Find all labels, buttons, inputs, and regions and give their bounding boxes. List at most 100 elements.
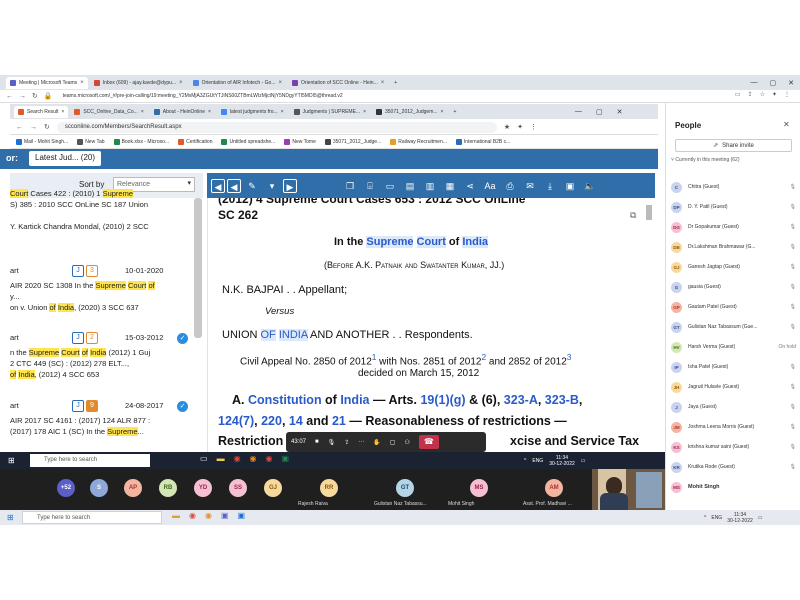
inner-close-icon[interactable]: ✕ — [617, 108, 623, 116]
doc-list-icon[interactable]: ▦ — [441, 179, 459, 193]
outer-firefox-icon[interactable]: ◉ — [205, 511, 212, 520]
people-list-item[interactable]: KR Krutika Rode (Guest) 🎙 — [671, 459, 796, 475]
tab-close-icon[interactable]: × — [279, 80, 283, 86]
copy-icon[interactable]: ❐ — [341, 179, 359, 193]
outer-taskbar-search[interactable]: Type here to search — [22, 511, 162, 524]
inner-tab[interactable]: 35071_2012_Judgem... × — [372, 106, 447, 118]
participant-avatar[interactable]: YD — [194, 479, 212, 497]
inner-tab[interactable]: About - HeinOnline × — [150, 106, 215, 118]
count-badge[interactable]: 9 — [86, 400, 98, 412]
raise-hand-icon[interactable]: ✋ — [373, 439, 380, 446]
people-list-item[interactable]: GJ Ganesh Jagtap (Guest) 🎙 — [671, 259, 796, 275]
participant-avatar[interactable]: AP — [124, 479, 142, 497]
inner-menu-icon[interactable]: ⋮ — [530, 123, 537, 131]
tray-up-icon[interactable]: ^ — [524, 458, 526, 464]
notification-icon[interactable]: ▭ — [581, 458, 586, 464]
maximize-icon[interactable]: ▢ — [770, 79, 777, 87]
outer-store-icon[interactable]: ▣ — [238, 511, 246, 520]
participant-avatar[interactable]: RB — [159, 479, 177, 497]
file-explorer-icon[interactable]: ▬ — [217, 454, 225, 463]
back-icon[interactable]: ← — [6, 93, 13, 100]
inner-taskbar-search[interactable]: Type here to search — [30, 454, 150, 467]
bookmark-item[interactable]: International B2B c... — [455, 139, 510, 145]
close-icon[interactable]: ✕ — [788, 79, 794, 87]
outer-url[interactable]: teams.microsoft.com/_#/pre-join-calling/… — [63, 93, 343, 99]
people-list-item[interactable]: DP D. Y. Patil (Guest) 🎙 — [671, 199, 796, 215]
tab-close-icon[interactable]: × — [80, 80, 84, 86]
footnote-3[interactable]: 3 — [567, 352, 572, 362]
people-list-item[interactable]: KS krishna kumar saini (Guest) 🎙 — [671, 439, 796, 455]
task-view-icon[interactable]: ▭ — [200, 454, 208, 463]
minimize-icon[interactable]: — — [751, 79, 758, 86]
download-icon[interactable]: ⤓ — [541, 179, 559, 193]
outer-tab[interactable]: Orientation of AIR Infotech - Go... × — [189, 77, 286, 89]
people-list-item[interactable]: JM Joshma Leena Morris (Guest) 🎙 — [671, 419, 796, 435]
participant-avatar[interactable]: +52 — [57, 479, 75, 497]
outer-tab[interactable]: Orientation of SCC Online - Hein... × — [288, 77, 388, 89]
share-screen-icon[interactable]: ⇪ — [344, 439, 349, 446]
people-section-header[interactable]: ˅ Currently in this meeting (62) — [671, 157, 740, 163]
results-scrollbar[interactable] — [194, 198, 202, 338]
named-participant-avatar[interactable]: GT — [396, 479, 414, 497]
share-icon[interactable]: ⇪ — [748, 91, 753, 98]
star-icon[interactable]: ☆ — [760, 91, 765, 98]
inner-tab-close-icon[interactable]: × — [208, 109, 211, 115]
inner-tab[interactable]: Judgments | SUPREME... × — [290, 106, 370, 118]
menu-icon[interactable]: ⋮ — [784, 91, 790, 98]
judgment-badge[interactable]: J — [72, 332, 84, 344]
check-icon[interactable]: ✓ — [177, 333, 188, 344]
print-icon[interactable]: ⎙ — [501, 179, 519, 193]
windows-icon[interactable]: ⊞ — [7, 513, 14, 522]
judgment-badge[interactable]: J — [72, 400, 84, 412]
bookmark-item[interactable]: Railway Recruitmen... — [390, 139, 447, 145]
bookmark-item[interactable]: Untitled spreadshe... — [221, 139, 275, 145]
participant-avatar[interactable]: S — [90, 479, 108, 497]
inner-tab[interactable]: SCC_Online_Data_Co... × — [70, 106, 147, 118]
inner-tab-close-icon[interactable]: × — [363, 109, 366, 115]
people-list-item[interactable]: DB Dr.Lakshman Brahmawar (G... 🎙 — [671, 239, 796, 255]
outer-file-explorer-icon[interactable]: ▬ — [172, 511, 180, 520]
inner-forward-icon[interactable]: → — [30, 124, 37, 131]
prev-icon[interactable]: ◀ — [227, 178, 241, 193]
share-invite-button[interactable]: ⇗ Share invite — [675, 139, 792, 152]
bookmark-item[interactable]: Book.xlsx - Microso... — [113, 139, 169, 145]
judgment-badge[interactable]: J — [72, 265, 84, 277]
new-tab-icon[interactable]: + — [390, 77, 401, 89]
save-icon[interactable]: ▣ — [561, 179, 579, 193]
tab-close-icon[interactable]: × — [381, 80, 385, 86]
reload-icon[interactable]: ↻ — [32, 92, 38, 100]
inner-back-icon[interactable]: ← — [16, 124, 23, 131]
more-icon[interactable]: ··· — [358, 439, 364, 445]
folder-open-icon[interactable]: ⌹ — [361, 179, 379, 193]
chat-icon[interactable]: ▢ — [390, 439, 396, 446]
inner-star-icon[interactable]: ★ — [504, 123, 510, 131]
inner-tab[interactable]: latest judgments fro... × — [217, 106, 288, 118]
participant-avatar[interactable]: GJ — [264, 479, 282, 497]
highlighter-dropdown-icon[interactable]: ▾ — [263, 179, 281, 193]
folder-icon[interactable]: ▭ — [381, 179, 399, 193]
inner-url[interactable]: scconline.com/Members/SearchResult.aspx — [56, 121, 497, 133]
latest-judgments-chip[interactable]: Latest Jud... (20) — [29, 151, 102, 166]
chrome-icon-2[interactable]: ◉ — [266, 454, 273, 463]
bookmark-item[interactable]: Mail - Mohit Singh... — [16, 139, 68, 145]
check-icon[interactable]: ✓ — [177, 401, 188, 412]
named-participant-avatar[interactable]: MS — [470, 479, 488, 497]
email-icon[interactable]: ✉ — [521, 179, 539, 193]
firefox-icon[interactable]: ◉ — [250, 454, 257, 463]
bookmark-item[interactable]: Certification — [178, 139, 212, 145]
bookmark-item[interactable]: New Tome — [284, 139, 316, 145]
count-badge[interactable]: 2 — [86, 332, 98, 344]
doc-icon[interactable]: ▤ — [401, 179, 419, 193]
people-list-item[interactable]: DG Dr Gopakumar (Guest) 🎙 — [671, 219, 796, 235]
people-list-item[interactable]: HV Harsh Verma (Guest) On hold — [671, 339, 796, 355]
speaker-icon[interactable]: 🔈 — [581, 179, 599, 193]
inner-tab[interactable]: Search Result × — [14, 105, 69, 118]
outer-tab[interactable]: Inbox (609) - ajay.kavde@dypu... × — [90, 77, 187, 89]
tab-close-icon[interactable]: × — [179, 80, 183, 86]
named-participant-avatar[interactable]: RR — [320, 479, 338, 497]
inner-tab-close-icon[interactable]: × — [441, 109, 444, 115]
people-list-item[interactable]: JH Jagruti Hulavle (Guest) 🎙 — [671, 379, 796, 395]
camera-icon[interactable]: ■ — [315, 439, 319, 445]
outer-notification-icon[interactable]: ▭ — [758, 515, 763, 521]
people-list-item[interactable]: C Chitra (Guest) 🎙 — [671, 179, 796, 195]
